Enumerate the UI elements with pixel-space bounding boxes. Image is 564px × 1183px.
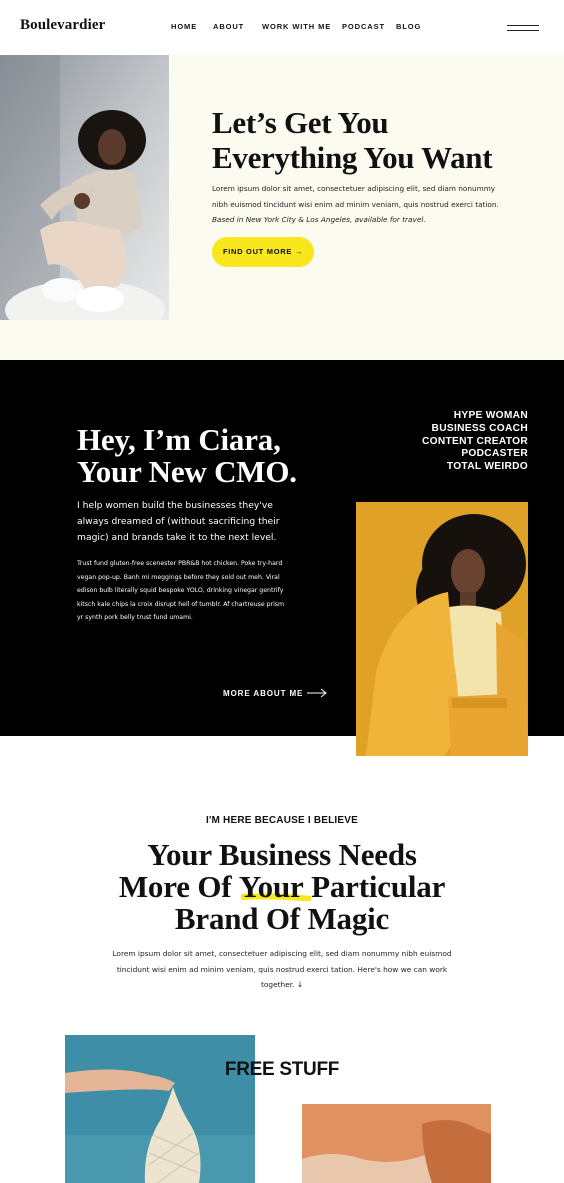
about-portrait-image — [356, 502, 528, 756]
nav-about[interactable]: ABOUT — [213, 22, 244, 31]
highlighted-word-text: Your — [238, 869, 304, 904]
hero-location-text: Based in New York City & Los Angeles, av… — [212, 215, 426, 224]
believe-title-line: Your Business Needs — [147, 837, 417, 872]
role-item: HYPE WOMAN — [453, 410, 528, 421]
about-body-text: Trust fund gluten-free scenester PBR&B h… — [77, 560, 285, 622]
hamburger-icon[interactable] — [507, 22, 539, 32]
role-item: BUSINESS COACH — [431, 422, 528, 434]
mesh-bag-image — [65, 1035, 255, 1183]
believe-kicker: I'M HERE BECAUSE I BELIEVE — [205, 815, 359, 826]
roles-list: HYPE WOMAN BUSINESS COACH CONTENT CREATO… — [422, 410, 528, 474]
texture-image — [302, 1104, 491, 1183]
nav-home[interactable]: HOME — [171, 22, 197, 31]
nav-work-with-me[interactable]: WORK WITH ME — [262, 22, 331, 31]
believe-title-pre: More Of — [118, 869, 239, 904]
find-out-more-button[interactable]: FIND OUT MORE → — [212, 237, 314, 267]
about-title: Hey, I’m Ciara, Your New CMO. — [77, 424, 337, 488]
about-title-line: Hey, I’m Ciara, — [77, 422, 281, 457]
hero-description: Lorem ipsum dolor sit amet, consectetuer… — [212, 181, 502, 228]
nav-podcast[interactable]: PODCAST — [342, 22, 385, 31]
site-logo[interactable]: Boulevardier — [20, 17, 105, 34]
highlighted-word: Your — [238, 869, 311, 904]
believe-title-line: Brand Of Magic — [174, 901, 390, 936]
hero-portrait-image — [0, 55, 169, 320]
site-header: Boulevardier HOME ABOUT WORK WITH ME POD… — [0, 0, 564, 55]
hero-body-text: Lorem ipsum dolor sit amet, consectetuer… — [212, 184, 499, 209]
hero-title-line: Everything You Want — [212, 140, 493, 175]
about-title-line: Your New CMO. — [77, 454, 297, 489]
hero-section: Let’s Get You Everything You Want Lorem … — [0, 55, 564, 360]
free-stuff-title: FREE STUFF — [224, 1059, 340, 1080]
believe-title-post: Particular — [303, 869, 446, 904]
role-item: PODCASTER — [461, 448, 528, 460]
role-item: TOTAL WEIRDO — [446, 461, 528, 473]
arrow-right-icon[interactable] — [307, 688, 327, 698]
believe-title-line: More Of Your Particular — [60, 871, 504, 903]
nav-blog[interactable]: BLOG — [396, 22, 421, 31]
hero-title-line: Let’s Get You — [212, 105, 389, 140]
more-about-me-link[interactable]: MORE ABOUT ME — [223, 689, 303, 698]
believe-body-text: Lorem ipsum dolor sit amet, consectetuer… — [112, 949, 452, 989]
about-lead-text: I help women build the businesses they'v… — [77, 500, 280, 543]
hero-title: Let’s Get You Everything You Want — [212, 105, 532, 175]
role-item: CONTENT CREATOR — [422, 435, 528, 447]
believe-title: Your Business Needs More Of Your Particu… — [60, 839, 504, 935]
